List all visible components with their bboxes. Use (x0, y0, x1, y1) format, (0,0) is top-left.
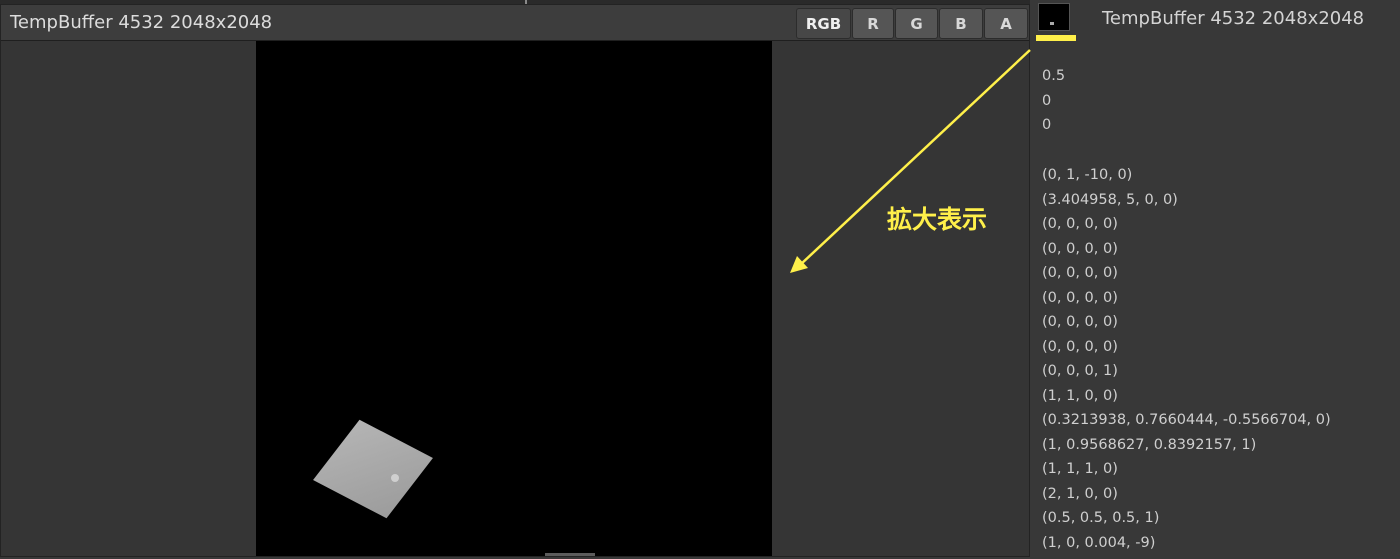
vector-value: (1, 0.9568627, 0.8392157, 1) (1042, 436, 1257, 453)
vector-value-list: (0, 1, -10, 0) (3.404958, 5, 0, 0) (0, 0… (1042, 163, 1397, 555)
channel-b-button[interactable]: B (939, 8, 983, 39)
vector-value: (0, 0, 0, 0) (1042, 314, 1118, 330)
vector-value: (0.3213938, 0.7660444, -0.5566704, 0) (1042, 412, 1331, 428)
vector-value: (0, 0, 0, 0) (1042, 265, 1118, 281)
scalar-value: 0 (1042, 92, 1052, 109)
vector-value: (0, 0, 0, 0) (1042, 216, 1118, 232)
vector-value: (3.404958, 5, 0, 0) (1042, 191, 1178, 208)
sidebar-texture-title: TempBuffer 4532 2048x2048 (1102, 8, 1365, 29)
bottom-scroll-marker (545, 553, 595, 556)
vector-value: (1, 1, 1, 0) (1042, 461, 1118, 477)
vector-value: (0, 0, 0, 0) (1042, 338, 1118, 355)
quad-center-dot (391, 474, 399, 482)
channel-rgb-button[interactable]: RGB (796, 8, 851, 39)
zoom-annotation-label: 拡大表示 (887, 205, 988, 234)
scalar-value: 0.5 (1042, 68, 1066, 84)
rendered-quad (313, 419, 433, 519)
vector-value: (1, 1, 0, 0) (1042, 387, 1118, 404)
texture-viewport[interactable] (256, 41, 772, 556)
texture-thumbnail[interactable] (1038, 3, 1070, 31)
vector-value: (0, 0, 0, 0) (1042, 289, 1118, 306)
preview-toolbar: TempBuffer 4532 2048x2048 RGB R G B A (1, 5, 1029, 41)
vector-value: (0, 1, -10, 0) (1042, 167, 1133, 183)
scalar-value-list: 0.5 0 0 (1042, 64, 1397, 138)
vector-value: (0, 0, 0, 1) (1042, 363, 1118, 379)
texture-preview-panel: TempBuffer 4532 2048x2048 RGB R G B A (0, 4, 1030, 557)
preview-title: TempBuffer 4532 2048x2048 (10, 12, 273, 33)
channel-a-button[interactable]: A (984, 8, 1028, 39)
channel-g-button[interactable]: G (895, 8, 938, 39)
vector-value: (0.5, 0.5, 0.5, 1) (1042, 510, 1160, 526)
thumbnail-highlight-underline (1036, 35, 1076, 41)
vector-value: (2, 1, 0, 0) (1042, 485, 1118, 502)
channel-r-button[interactable]: R (852, 8, 894, 39)
vector-value: (0, 0, 0, 0) (1042, 240, 1118, 257)
thumbnail-speck (1050, 22, 1054, 25)
scalar-value: 0 (1042, 117, 1052, 133)
vector-value: (1, 0, 0.004, -9) (1042, 534, 1156, 551)
